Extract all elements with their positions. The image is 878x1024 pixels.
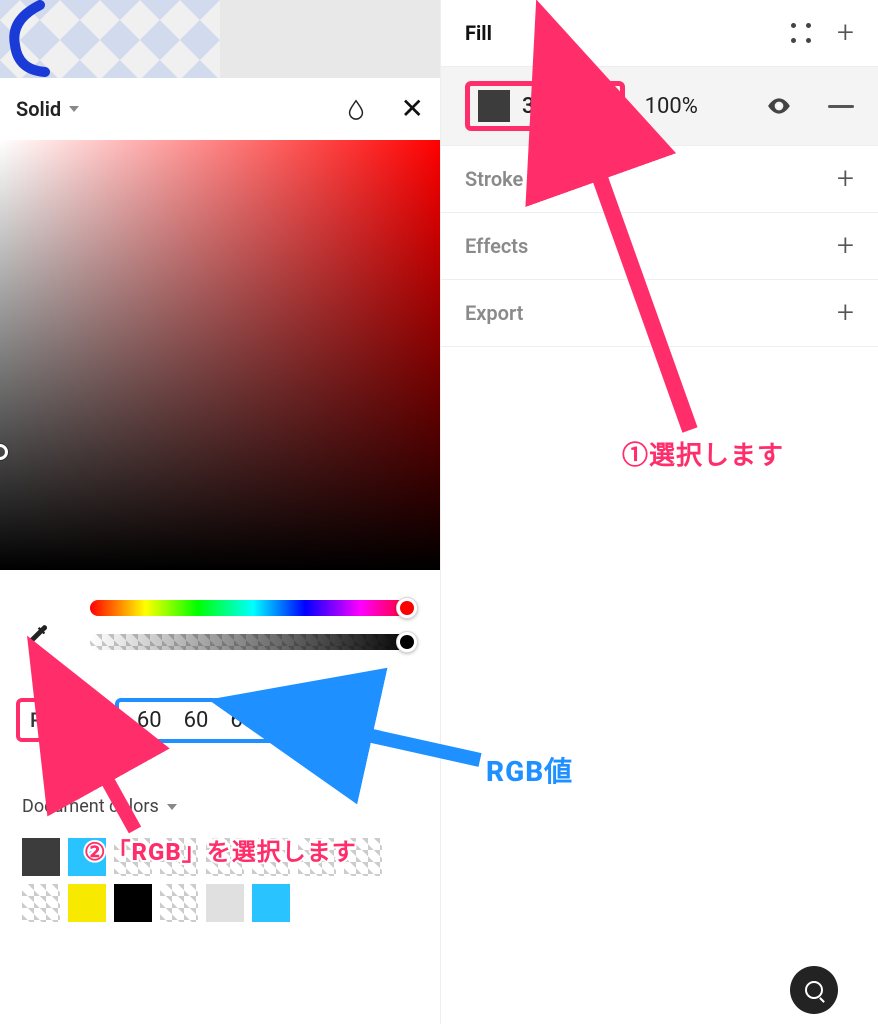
swatch[interactable]	[22, 884, 60, 922]
visibility-toggle-icon[interactable]	[766, 93, 792, 119]
add-stroke-button[interactable]: +	[837, 164, 854, 194]
hue-slider[interactable]	[90, 600, 416, 616]
add-fill-button[interactable]: +	[837, 18, 854, 48]
color-picker-panel: Solid ✕ RGB 60 60 60 100%	[0, 0, 440, 1024]
swatch[interactable]	[68, 884, 106, 922]
swatch[interactable]	[114, 884, 152, 922]
annotation-rgb: RGB値	[486, 750, 573, 790]
fill-type-dropdown[interactable]: Solid	[16, 97, 79, 121]
canvas-preview	[0, 0, 440, 78]
help-search-fab[interactable]	[790, 966, 838, 1014]
color-mode-label: RGB	[30, 708, 69, 732]
swatch[interactable]	[206, 884, 244, 922]
saturation-value-field[interactable]	[0, 140, 440, 570]
swatch[interactable]	[160, 884, 198, 922]
stroke-label: Stroke	[465, 167, 837, 191]
fill-row: 3C3C3C 100%	[441, 67, 878, 146]
fill-opacity-input[interactable]: 100%	[645, 94, 698, 119]
effects-label: Effects	[465, 234, 837, 258]
fill-section-header: Fill +	[441, 0, 878, 67]
alpha-input[interactable]: 100%	[299, 708, 352, 733]
export-label: Export	[465, 301, 837, 325]
rgb-g-input[interactable]: 60	[184, 708, 209, 733]
hue-thumb[interactable]	[396, 597, 418, 619]
fill-color-button[interactable]: 3C3C3C	[465, 81, 625, 131]
rgb-b-input[interactable]: 60	[230, 708, 255, 733]
rgb-r-input[interactable]: 60	[137, 708, 162, 733]
fill-section-label: Fill	[465, 21, 791, 45]
rgb-values: 60 60 60	[115, 698, 277, 743]
brush-stroke-icon	[0, 0, 70, 78]
fill-type-label: Solid	[16, 97, 61, 121]
swatch[interactable]	[252, 884, 290, 922]
export-section: Export +	[441, 280, 878, 347]
annotation-step2: ②「RGB」を選択します	[84, 832, 357, 867]
stroke-section: Stroke +	[441, 146, 878, 213]
sliders	[0, 588, 440, 650]
annotation-step1: ①選択します	[622, 435, 784, 472]
remove-fill-button[interactable]	[828, 105, 854, 108]
add-export-button[interactable]: +	[837, 298, 854, 328]
picker-header: Solid ✕	[0, 78, 440, 140]
styles-icon[interactable]	[791, 23, 811, 43]
chevron-down-icon	[77, 717, 87, 723]
blend-drop-icon[interactable]	[345, 98, 367, 120]
color-mode-dropdown[interactable]: RGB	[16, 698, 101, 742]
fill-hex-input[interactable]: 3C3C3C	[522, 94, 606, 119]
close-icon[interactable]: ✕	[401, 95, 424, 123]
chevron-down-icon	[69, 106, 79, 112]
properties-panel: Fill + 3C3C3C 100% Stroke + Effects + Ex…	[440, 0, 878, 1024]
sv-handle[interactable]	[0, 444, 8, 460]
fill-swatch	[478, 90, 510, 122]
document-colors-label: Document colors	[22, 796, 159, 817]
alpha-thumb[interactable]	[396, 631, 418, 653]
alpha-slider[interactable]	[90, 634, 416, 650]
chevron-down-icon	[167, 804, 177, 810]
swatch[interactable]	[22, 838, 60, 876]
color-values-row: RGB 60 60 60 100%	[16, 690, 424, 750]
effects-section: Effects +	[441, 213, 878, 280]
document-colors-header[interactable]: Document colors	[22, 796, 177, 817]
add-effect-button[interactable]: +	[837, 231, 854, 261]
